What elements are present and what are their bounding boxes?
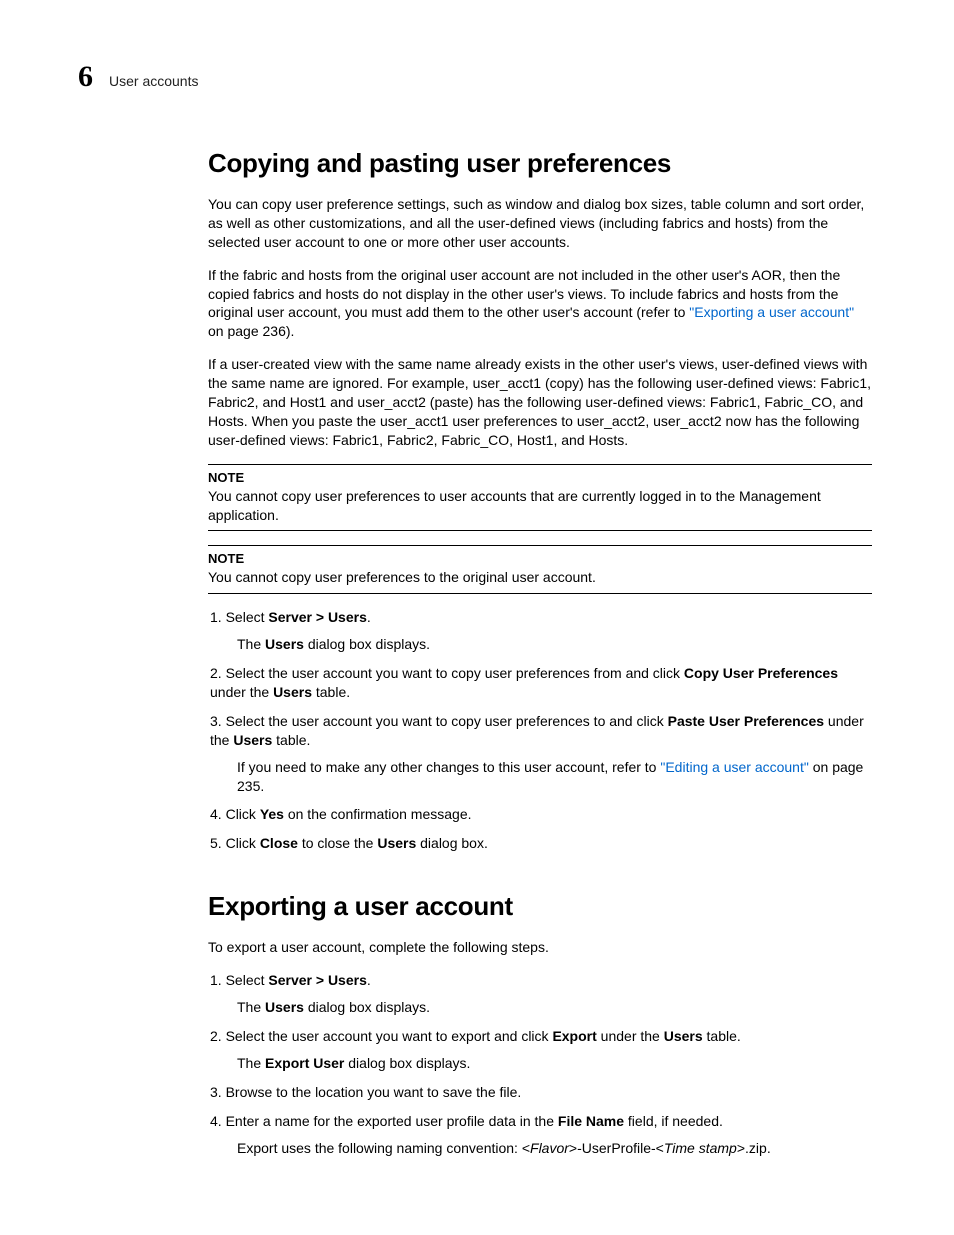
variable: Flavor <box>530 1140 569 1156</box>
text: dialog box displays. <box>344 1055 470 1071</box>
text: >-UserProfile-< <box>569 1140 664 1156</box>
ui-element: Users <box>233 732 272 748</box>
section-heading-exporting: Exporting a user account <box>208 891 872 922</box>
ui-path: Server > Users <box>268 972 366 988</box>
text: Click <box>226 806 260 822</box>
text: Click <box>226 835 260 851</box>
section-heading-copy-paste: Copying and pasting user preferences <box>208 148 872 179</box>
ui-element: Users <box>664 1028 703 1044</box>
text: . <box>367 972 371 988</box>
text: under the <box>597 1028 664 1044</box>
text: Select the user account you want to expo… <box>226 1028 553 1044</box>
paragraph: If the fabric and hosts from the origina… <box>208 266 872 342</box>
text: on the confirmation message. <box>284 806 472 822</box>
procedure-list: Select Server > Users. The Users dialog … <box>208 608 872 853</box>
ui-element: Users <box>265 999 304 1015</box>
step: Select Server > Users. The Users dialog … <box>208 608 872 654</box>
text: dialog box displays. <box>304 636 430 652</box>
procedure-list: Select Server > Users. The Users dialog … <box>208 971 872 1157</box>
note-block: NOTE You cannot copy user preferences to… <box>208 545 872 594</box>
step-info: If you need to make any other changes to… <box>237 758 872 796</box>
page-header: 6 User accounts <box>78 60 876 94</box>
text: Select <box>226 609 269 625</box>
note-label: NOTE <box>208 470 244 485</box>
page: 6 User accounts Copying and pasting user… <box>0 0 954 1227</box>
note-block: NOTE You cannot copy user preferences to… <box>208 464 872 532</box>
text: The <box>237 1055 265 1071</box>
content-body: Copying and pasting user preferences You… <box>208 148 872 1157</box>
paragraph: You can copy user preference settings, s… <box>208 195 872 252</box>
text: on page 236). <box>208 323 294 339</box>
text: Export uses the following naming convent… <box>237 1140 530 1156</box>
text: field, if needed. <box>624 1113 723 1129</box>
step-result: The Users dialog box displays. <box>237 635 872 654</box>
note-body: You cannot copy user preferences to user… <box>208 487 872 532</box>
step: Browse to the location you want to save … <box>208 1083 872 1102</box>
text: Browse to the location you want to save … <box>226 1084 522 1100</box>
ui-element: Paste User Preferences <box>668 713 824 729</box>
step-info: Export uses the following naming convent… <box>237 1139 872 1158</box>
text: table. <box>703 1028 741 1044</box>
note-body: You cannot copy user preferences to the … <box>208 568 872 594</box>
text: under the <box>210 684 273 700</box>
text: . <box>367 609 371 625</box>
step: Enter a name for the exported user profi… <box>208 1112 872 1158</box>
text: to close the <box>298 835 377 851</box>
ui-path: Server > Users <box>268 609 366 625</box>
step: Select Server > Users. The Users dialog … <box>208 971 872 1017</box>
ui-element: Users <box>377 835 416 851</box>
text: table. <box>272 732 310 748</box>
text: Select the user account you want to copy… <box>226 713 668 729</box>
step: Click Yes on the confirmation message. <box>208 805 872 824</box>
ui-element: Yes <box>260 806 284 822</box>
step: Select the user account you want to expo… <box>208 1027 872 1073</box>
step-result: The Users dialog box displays. <box>237 998 872 1017</box>
running-title: User accounts <box>109 73 198 89</box>
variable: Time stamp <box>664 1140 737 1156</box>
text: table. <box>312 684 350 700</box>
ui-element: Export <box>552 1028 596 1044</box>
link-exporting-user-account[interactable]: "Exporting a user account" <box>689 304 854 320</box>
text: Enter a name for the exported user profi… <box>226 1113 558 1129</box>
step: Select the user account you want to copy… <box>208 712 872 796</box>
text: dialog box displays. <box>304 999 430 1015</box>
ui-element: Copy User Preferences <box>684 665 838 681</box>
chapter-number: 6 <box>78 60 93 94</box>
text: Select the user account you want to copy… <box>226 665 684 681</box>
ui-element: Close <box>260 835 298 851</box>
ui-element: Users <box>265 636 304 652</box>
text: dialog box. <box>416 835 488 851</box>
link-editing-user-account[interactable]: "Editing a user account" <box>660 759 808 775</box>
text: The <box>237 999 265 1015</box>
text: Select <box>226 972 269 988</box>
note-label: NOTE <box>208 551 244 566</box>
step: Select the user account you want to copy… <box>208 664 872 702</box>
step-result: The Export User dialog box displays. <box>237 1054 872 1073</box>
paragraph: If a user-created view with the same nam… <box>208 355 872 449</box>
ui-element: Users <box>273 684 312 700</box>
step: Click Close to close the Users dialog bo… <box>208 834 872 853</box>
ui-element: File Name <box>558 1113 624 1129</box>
text: The <box>237 636 265 652</box>
text: If you need to make any other changes to… <box>237 759 660 775</box>
text: >.zip. <box>737 1140 771 1156</box>
ui-element: Export User <box>265 1055 344 1071</box>
paragraph: To export a user account, complete the f… <box>208 938 872 957</box>
